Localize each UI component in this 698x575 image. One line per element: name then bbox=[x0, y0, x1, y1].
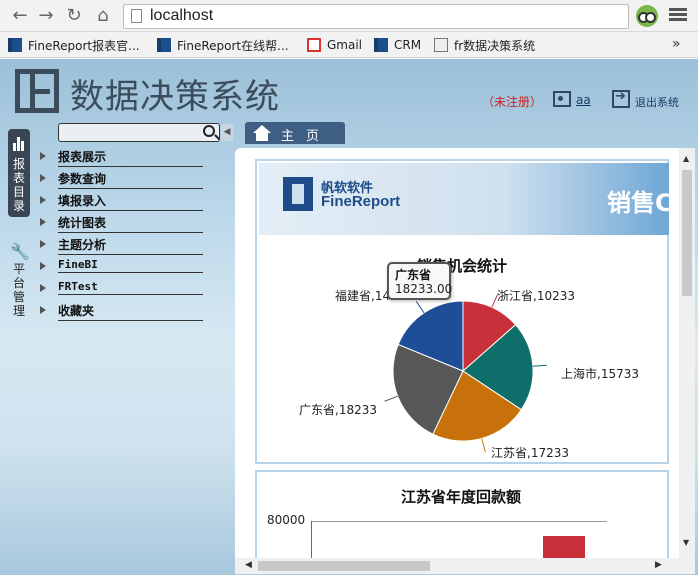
bookmarks-bar: FineReport报表官... FineReport在线帮... Gmail … bbox=[0, 32, 698, 58]
gmail-favicon-icon bbox=[307, 38, 321, 52]
tab-home[interactable]: 主页 bbox=[245, 122, 345, 144]
finereport-favicon-icon bbox=[374, 38, 388, 52]
tree-item-label: 报表展示 bbox=[58, 148, 203, 167]
logout-link[interactable]: 退出系统 bbox=[635, 94, 679, 110]
scroll-up-icon[interactable]: ▲ bbox=[683, 154, 689, 163]
expand-arrow-icon[interactable] bbox=[40, 306, 46, 314]
back-icon[interactable]: ← bbox=[8, 4, 32, 28]
tooltip-value: 18233.00 bbox=[395, 282, 453, 296]
sales-opportunity-panel: 帆软软件 FineReport 销售C 销售机会统计 浙江省,10233 上海市… bbox=[255, 159, 673, 464]
url-text: localhost bbox=[150, 7, 214, 24]
tree-item-frtest[interactable]: FRTest bbox=[40, 279, 205, 299]
expand-arrow-icon[interactable] bbox=[40, 262, 46, 270]
tree-item-label: 参数查询 bbox=[58, 170, 203, 189]
finereport-favicon-icon bbox=[8, 38, 22, 52]
tree-item-label: 填报录入 bbox=[58, 192, 203, 211]
user-name-link[interactable]: aa bbox=[576, 93, 591, 107]
content-area: 帆软软件 FineReport 销售C 销售机会统计 浙江省,10233 上海市… bbox=[235, 148, 695, 574]
tree-search-input[interactable] bbox=[58, 123, 220, 142]
pie-label-jiangsu: 江苏省,17233 bbox=[491, 446, 569, 460]
collapse-tree-button[interactable]: ◀ bbox=[221, 124, 233, 141]
pie-label-zhejiang: 浙江省,10233 bbox=[497, 289, 575, 303]
tab-platform-management[interactable]: 平台管理 bbox=[12, 262, 26, 318]
bookmark-label: FineReport报表官... bbox=[28, 38, 140, 53]
scroll-left-icon[interactable]: ◀ bbox=[245, 560, 252, 570]
bookmark-gmail[interactable]: Gmail bbox=[307, 36, 362, 54]
home-icon bbox=[253, 125, 271, 141]
tree-item-report-display[interactable]: 报表展示 bbox=[40, 147, 205, 167]
fr-logo-icon bbox=[15, 69, 59, 113]
expand-arrow-icon[interactable] bbox=[40, 196, 46, 204]
scroll-right-icon[interactable]: ▶ bbox=[655, 560, 662, 570]
pie-leader-line bbox=[415, 300, 425, 314]
pie-label-shanghai: 上海市,15733 bbox=[561, 367, 639, 381]
bookmark-finereport-help[interactable]: FineReport在线帮... bbox=[157, 36, 289, 54]
tree-item-label: 统计图表 bbox=[58, 214, 203, 233]
forward-icon[interactable]: → bbox=[34, 4, 58, 28]
pie-leader-line bbox=[481, 438, 486, 453]
pie-chart bbox=[384, 294, 547, 453]
logout-icon[interactable] bbox=[612, 89, 630, 108]
bookmark-crm[interactable]: CRM bbox=[374, 36, 421, 54]
page-icon bbox=[131, 9, 142, 23]
extension-owl-icon[interactable] bbox=[636, 5, 658, 27]
expand-arrow-icon[interactable] bbox=[40, 284, 46, 292]
tab-report-catalog[interactable]: 报表目录 bbox=[8, 129, 30, 217]
bookmark-label: CRM bbox=[394, 38, 422, 52]
bookmark-label: fr数据决策系统 bbox=[454, 38, 536, 53]
pie-leader-line bbox=[384, 395, 398, 402]
search-icon[interactable] bbox=[203, 125, 215, 137]
tree-item-topic-analysis[interactable]: 主题分析 bbox=[40, 235, 205, 255]
expand-arrow-icon[interactable] bbox=[40, 218, 46, 226]
address-bar[interactable]: localhost bbox=[123, 4, 629, 29]
reload-icon[interactable]: ↻ bbox=[62, 4, 86, 28]
browser-menu-icon[interactable] bbox=[669, 6, 687, 24]
tree-item-label: FineBI bbox=[58, 258, 203, 273]
tree-item-favorites[interactable]: 收藏夹 bbox=[40, 301, 205, 321]
jiangsu-payment-panel: 江苏省年度回款额 80000 bbox=[255, 470, 669, 572]
expand-arrow-icon[interactable] bbox=[40, 174, 46, 182]
tree-item-form-entry[interactable]: 填报录入 bbox=[40, 191, 205, 211]
tree-item-label: 收藏夹 bbox=[58, 302, 203, 321]
page-favicon-icon bbox=[434, 38, 448, 52]
browser-toolbar: ← → ↻ ⌂ localhost bbox=[0, 0, 698, 32]
user-icon bbox=[553, 91, 571, 107]
bar-ytick-top: 80000 bbox=[267, 513, 306, 527]
tree-item-param-query[interactable]: 参数查询 bbox=[40, 169, 205, 189]
bookmark-fr-decision[interactable]: fr数据决策系统 bbox=[434, 36, 535, 54]
expand-arrow-icon[interactable] bbox=[40, 152, 46, 160]
bar-chart-title: 江苏省年度回款额 bbox=[401, 488, 522, 506]
vertical-scrollbar[interactable]: ▲ ▼ bbox=[679, 148, 695, 558]
scroll-thumb-horizontal[interactable] bbox=[258, 561, 430, 571]
decision-platform: 数据决策系统 （未注册） aa 退出系统 报表目录 🔧 平台管理 ◀ 报表展示 … bbox=[0, 59, 698, 575]
finereport-favicon-icon bbox=[157, 38, 171, 52]
home-browser-icon[interactable]: ⌂ bbox=[91, 4, 115, 28]
bookmark-label: FineReport在线帮... bbox=[177, 38, 289, 53]
bookmark-label: Gmail bbox=[327, 38, 363, 52]
scroll-down-icon[interactable]: ▼ bbox=[683, 538, 689, 547]
tree-item-label: 主题分析 bbox=[58, 236, 203, 255]
tree-item-statistic-charts[interactable]: 统计图表 bbox=[40, 213, 205, 233]
tooltip-name: 广东省 bbox=[395, 268, 432, 282]
tree-item-label: FRTest bbox=[58, 280, 203, 295]
bookmarks-more-button[interactable]: » bbox=[672, 36, 681, 52]
pie-leader-line bbox=[532, 364, 547, 367]
unregistered-notice[interactable]: （未注册） bbox=[482, 93, 542, 110]
bookmark-finereport-official[interactable]: FineReport报表官... bbox=[8, 36, 140, 54]
scroll-thumb[interactable] bbox=[682, 170, 692, 296]
expand-arrow-icon[interactable] bbox=[40, 240, 46, 248]
wrench-icon[interactable]: 🔧 bbox=[10, 242, 30, 261]
bar-gridline bbox=[311, 521, 607, 522]
tab-home-label: 主页 bbox=[281, 129, 332, 144]
pie-tooltip: 广东省 18233.00 bbox=[387, 262, 453, 300]
tree-item-finebi[interactable]: FineBI bbox=[40, 257, 205, 277]
app-title: 数据决策系统 bbox=[70, 77, 280, 117]
pie-label-guangdong: 广东省,18233 bbox=[299, 403, 377, 417]
bar-chart-icon bbox=[13, 137, 25, 151]
tab-label: 报表目录 bbox=[12, 157, 25, 213]
horizontal-scrollbar[interactable]: ◀ ▶ bbox=[235, 558, 695, 574]
